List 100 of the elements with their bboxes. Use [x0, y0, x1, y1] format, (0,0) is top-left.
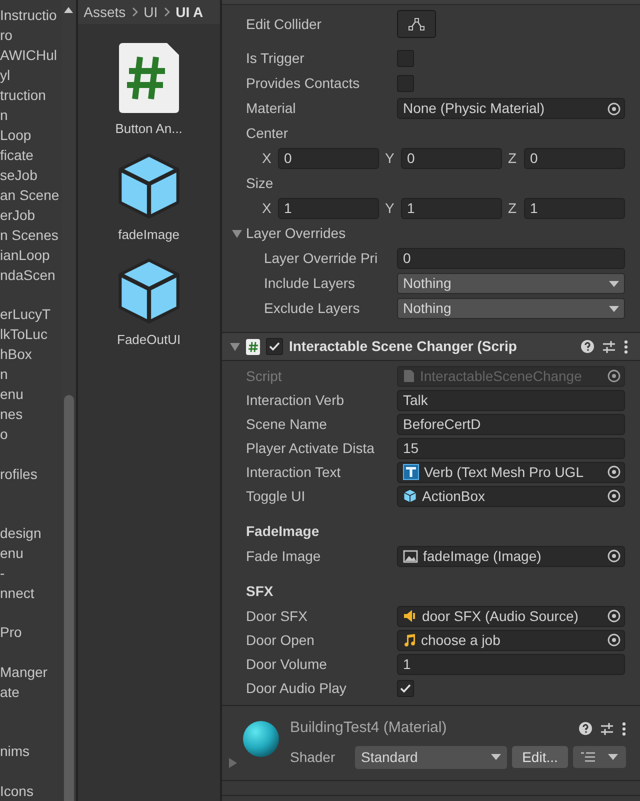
- help-icon[interactable]: [580, 340, 594, 353]
- object-picker-icon[interactable]: [606, 465, 621, 479]
- help-icon[interactable]: [578, 722, 592, 735]
- folder-name[interactable]: Pro: [0, 622, 22, 644]
- number-field[interactable]: 0: [400, 148, 502, 169]
- folder-name[interactable]: -: [0, 562, 5, 584]
- folder-name[interactable]: hBox: [0, 344, 32, 366]
- text-field[interactable]: Talk: [396, 390, 625, 410]
- folder-name[interactable]: design: [0, 522, 42, 544]
- options-dropdown[interactable]: [572, 746, 626, 768]
- component-title: Interactable Scene Changer (Scrip: [288, 337, 518, 356]
- more-options-icon[interactable]: [624, 340, 628, 354]
- folder-name[interactable]: ro: [0, 24, 12, 46]
- text-field[interactable]: 0: [396, 248, 625, 269]
- breadcrumb-link[interactable]: Assets: [84, 2, 126, 22]
- foldout-arrow-icon[interactable]: [230, 342, 240, 352]
- edit-collider-button[interactable]: [396, 10, 436, 38]
- field-label: Player Activate Dista: [246, 438, 376, 458]
- object-picker-icon[interactable]: [606, 633, 621, 647]
- text-asset-icon: [402, 464, 419, 480]
- checkbox[interactable]: [396, 75, 414, 92]
- folder-name[interactable]: rofiles: [0, 464, 38, 485]
- folder-name[interactable]: ate: [0, 682, 20, 703]
- object-field[interactable]: choose a job: [396, 630, 625, 650]
- folder-name[interactable]: n: [0, 104, 8, 126]
- folder-name[interactable]: n Scenes: [0, 224, 58, 246]
- folder-name[interactable]: nes: [0, 404, 23, 426]
- object-field[interactable]: ActionBox: [396, 486, 625, 506]
- folder-name[interactable]: ianLoop: [0, 244, 50, 266]
- image-icon: [402, 550, 418, 562]
- number-field[interactable]: 0: [278, 148, 379, 169]
- object-field[interactable]: fadeImage (Image): [396, 546, 625, 566]
- checkbox[interactable]: [396, 50, 414, 67]
- text-field[interactable]: 15: [396, 438, 625, 458]
- checkbox[interactable]: [266, 338, 283, 355]
- folder-name[interactable]: yl: [0, 64, 10, 86]
- component-header[interactable]: Interactable Scene Changer (Scrip: [222, 332, 640, 361]
- prefab-cube-icon: [116, 258, 182, 324]
- object-picker-icon[interactable]: [606, 102, 621, 116]
- music-note-icon: [402, 633, 416, 647]
- section-header: SFX: [246, 582, 274, 601]
- section-header: FadeImage: [246, 522, 320, 541]
- text-field[interactable]: 1: [396, 654, 625, 674]
- field-label: Script: [246, 366, 283, 386]
- folder-name[interactable]: an Scene: [0, 184, 60, 206]
- scroll-up-icon[interactable]: [64, 7, 74, 13]
- axis-label: X: [262, 199, 272, 218]
- number-field[interactable]: 1: [524, 198, 625, 219]
- folder-name[interactable]: nims: [0, 741, 30, 762]
- breadcrumb-link[interactable]: UI A: [176, 2, 204, 22]
- folder-name[interactable]: seJob: [0, 164, 38, 186]
- folder-name[interactable]: enu: [0, 542, 24, 564]
- field-label: Edit Collider: [246, 14, 322, 34]
- folder-name[interactable]: Manger: [0, 662, 48, 683]
- folder-name[interactable]: ficate: [0, 144, 34, 166]
- foldout-arrow-icon[interactable]: [232, 228, 242, 238]
- folder-name[interactable]: nnect: [0, 582, 34, 604]
- folder-name[interactable]: n: [0, 364, 8, 386]
- folder-name[interactable]: AWICHul: [0, 44, 58, 66]
- edit-button[interactable]: Edit...: [512, 746, 568, 768]
- object-field[interactable]: door SFX (Audio Source): [396, 606, 625, 626]
- script-file-icon[interactable]: [118, 43, 179, 113]
- dropdown[interactable]: Nothing: [396, 298, 625, 319]
- asset-name[interactable]: FadeOutUI: [117, 330, 181, 350]
- object-picker-icon[interactable]: [606, 489, 621, 503]
- asset-name[interactable]: Button An...: [115, 119, 182, 138]
- folder-name[interactable]: Instructio: [0, 4, 57, 26]
- presets-icon[interactable]: [602, 340, 616, 354]
- object-picker-icon[interactable]: [606, 549, 621, 563]
- folder-name[interactable]: o: [0, 424, 8, 446]
- number-field[interactable]: 1: [400, 198, 502, 219]
- foldout-label[interactable]: Layer Overrides: [246, 223, 346, 244]
- text-field[interactable]: BeforeCertD: [396, 414, 625, 434]
- caret-icon: [608, 754, 618, 760]
- folder-name[interactable]: erLucyT: [0, 304, 51, 326]
- object-picker-icon[interactable]: [606, 609, 621, 623]
- field-label: Is Trigger: [246, 49, 306, 68]
- object-field[interactable]: Verb (Text Mesh Pro UGL: [396, 462, 625, 482]
- folder-name[interactable]: Loop: [0, 124, 32, 146]
- field-label: Door Audio Play: [246, 678, 348, 698]
- folder-name[interactable]: truction: [0, 84, 46, 106]
- folder-name[interactable]: erJob: [0, 204, 36, 226]
- axis-label: Y: [384, 199, 396, 218]
- folder-name[interactable]: enu: [0, 384, 24, 406]
- scrollbar-thumb[interactable]: [64, 395, 74, 801]
- asset-name[interactable]: fadeImage: [118, 224, 180, 244]
- breadcrumb-link[interactable]: UI: [144, 2, 158, 22]
- dropdown[interactable]: Nothing: [396, 273, 625, 294]
- object-field[interactable]: None (Physic Material): [396, 98, 625, 119]
- polyline-icon: [408, 17, 425, 31]
- folder-name[interactable]: lkToLuc: [0, 324, 48, 346]
- more-options-icon[interactable]: [622, 722, 626, 736]
- folder-name[interactable]: Icons: [0, 780, 34, 801]
- number-field[interactable]: 1: [278, 198, 379, 219]
- field-label: Door SFX: [246, 606, 308, 626]
- number-field[interactable]: 0: [524, 148, 625, 169]
- folder-name[interactable]: ndaScen: [0, 264, 56, 286]
- checkbox[interactable]: [396, 680, 414, 696]
- shader-dropdown[interactable]: Standard: [354, 746, 507, 769]
- presets-icon[interactable]: [600, 722, 614, 736]
